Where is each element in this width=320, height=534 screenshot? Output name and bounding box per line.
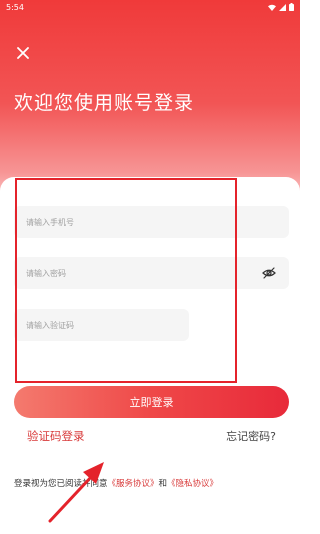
- agreement-prefix: 登录视为您已阅读并同意: [14, 479, 108, 489]
- status-bar: 5:54: [0, 0, 300, 14]
- password-input[interactable]: [26, 268, 289, 278]
- close-icon: [17, 47, 29, 59]
- agreement-text: 登录视为您已阅读并同意《服务协议》和《隐私协议》: [14, 477, 218, 489]
- signal-icon: [279, 3, 286, 11]
- privacy-agreement-link[interactable]: 《隐私协议》: [167, 479, 218, 489]
- phone-field: [14, 206, 289, 238]
- password-field: [14, 257, 289, 289]
- captcha-input[interactable]: [26, 320, 189, 330]
- page-title: 欢迎您使用账号登录: [14, 92, 195, 114]
- eye-off-icon[interactable]: [261, 265, 277, 281]
- login-button[interactable]: 立即登录: [14, 386, 289, 418]
- agreement-joiner: 和: [158, 479, 168, 489]
- phone-input[interactable]: [26, 217, 289, 227]
- forgot-password-link[interactable]: 忘记密码?: [226, 428, 276, 444]
- battery-icon: [289, 3, 294, 11]
- close-button[interactable]: [14, 44, 32, 62]
- wifi-icon: [268, 4, 276, 11]
- captcha-field: [14, 309, 189, 341]
- sms-login-link[interactable]: 验证码登录: [27, 428, 85, 444]
- status-icons: [268, 3, 294, 11]
- status-time: 5:54: [6, 2, 24, 12]
- service-agreement-link[interactable]: 《服务协议》: [108, 479, 159, 489]
